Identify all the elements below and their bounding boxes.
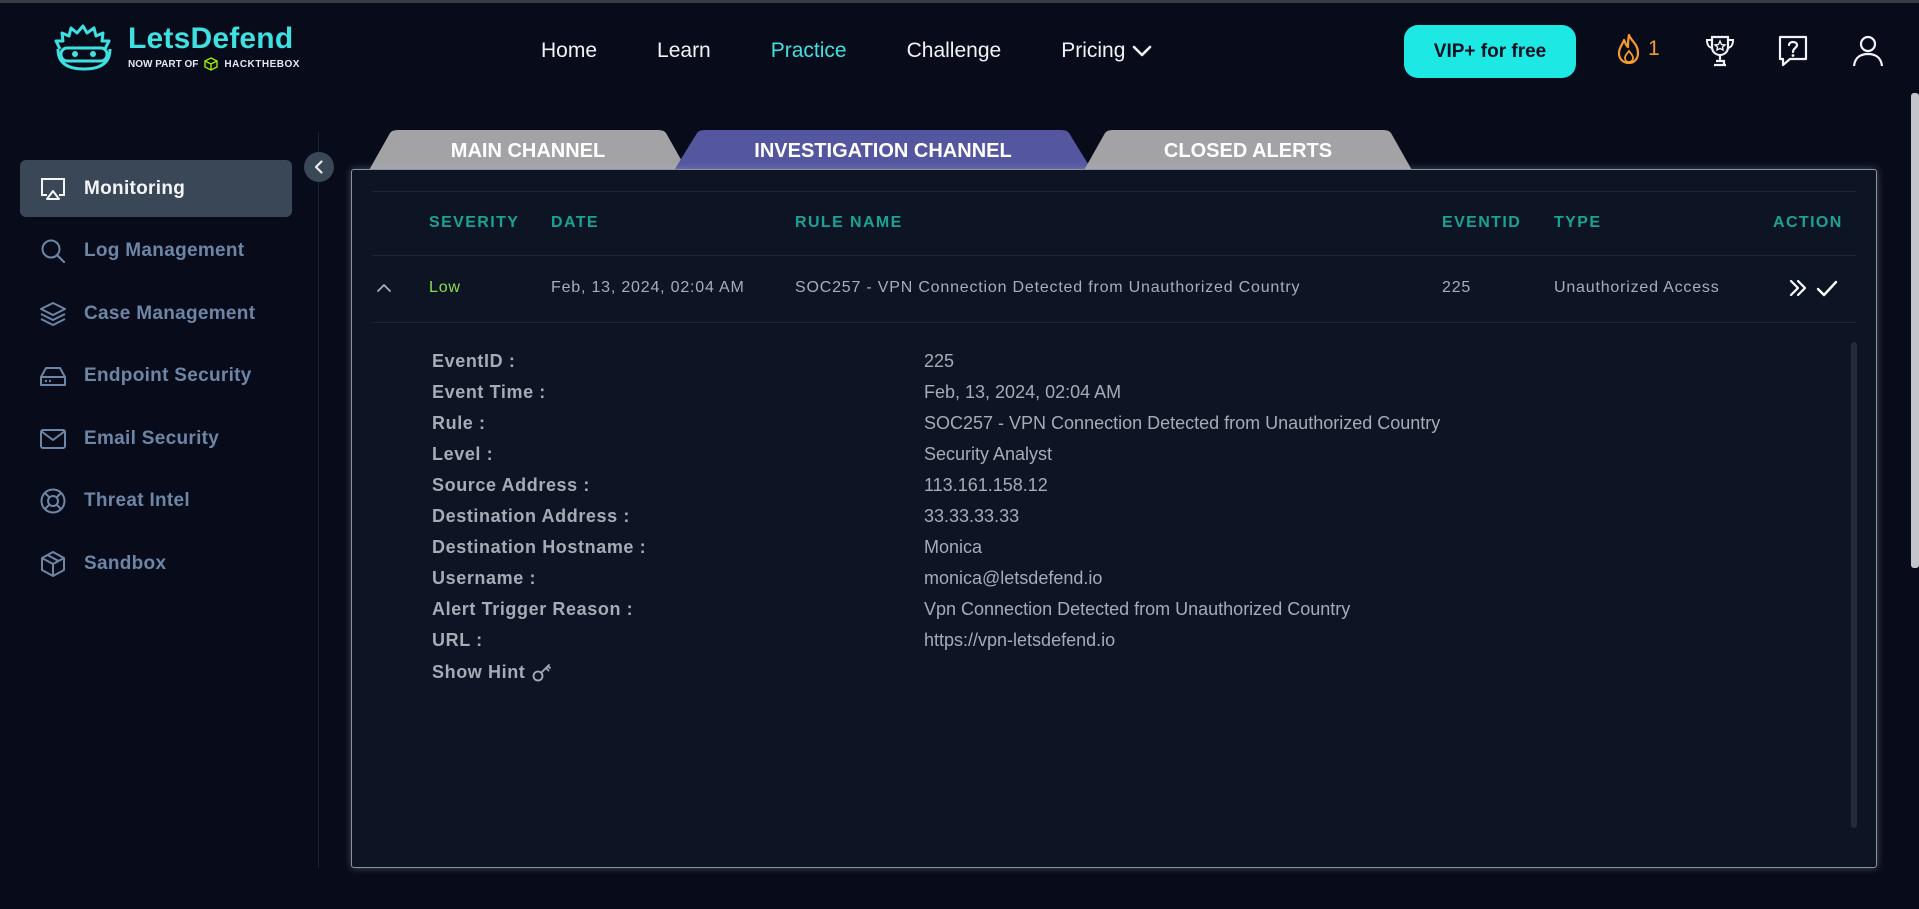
detail-value-username: monica@letsdefend.io bbox=[924, 568, 1103, 588]
monitor-icon bbox=[38, 174, 68, 204]
cell-eventid: 225 bbox=[1442, 279, 1472, 296]
detail-value-level: Security Analyst bbox=[924, 444, 1053, 464]
detail-label-eventid: EventID : bbox=[432, 351, 516, 371]
htb-cube-icon bbox=[204, 57, 219, 71]
sidebar-item-email-security[interactable]: Email Security bbox=[20, 410, 292, 467]
sidebar-item-label: Email Security bbox=[84, 427, 220, 449]
sidebar-item-label: Case Management bbox=[84, 302, 256, 324]
sidebar-collapse-button[interactable] bbox=[304, 152, 334, 182]
sidebar: Monitoring Log Management Case Managemen… bbox=[0, 93, 318, 873]
tab-label: CLOSED ALERTS bbox=[1163, 139, 1333, 162]
detail-value-eventid: 225 bbox=[924, 351, 955, 371]
detail-label-destination-address: Destination Address : bbox=[432, 506, 630, 526]
col-header-eventid[interactable]: EVENTID bbox=[1442, 214, 1521, 232]
nav-pricing-label: Pricing bbox=[1061, 39, 1126, 62]
detail-value-alert-trigger-reason: Vpn Connection Detected from Unauthorize… bbox=[924, 599, 1351, 619]
sidebar-item-case-management[interactable]: Case Management bbox=[20, 285, 292, 342]
sidebar-item-sandbox[interactable]: Sandbox bbox=[20, 535, 292, 592]
tab-closed-alerts[interactable]: CLOSED ALERTS bbox=[1083, 130, 1413, 172]
detail-value-event-time: Feb, 13, 2024, 02:04 AM bbox=[924, 382, 1122, 402]
nav-pricing[interactable]: Pricing bbox=[1061, 39, 1153, 63]
streak-count: 1 bbox=[1648, 37, 1660, 60]
chevron-left-icon bbox=[314, 160, 323, 174]
sidebar-item-label: Sandbox bbox=[84, 552, 167, 574]
top-navbar: LetsDefend NOW PART OF HACKTHEBOX Home L… bbox=[0, 3, 1919, 93]
detail-label-alert-trigger-reason: Alert Trigger Reason : bbox=[432, 599, 634, 619]
brand-name: LetsDefend bbox=[128, 22, 294, 55]
sidebar-divider bbox=[318, 132, 319, 868]
detail-label-event-time: Event Time : bbox=[432, 382, 546, 402]
col-header-type[interactable]: TYPE bbox=[1554, 214, 1601, 232]
channel-tabs: MAIN CHANNEL INVESTIGATION CHANNEL CLOSE… bbox=[368, 130, 1418, 172]
table-top-divider bbox=[372, 191, 1856, 192]
hard-drive-icon bbox=[38, 361, 68, 391]
help-icon[interactable] bbox=[1776, 33, 1810, 69]
sidebar-item-label: Threat Intel bbox=[84, 489, 191, 511]
table-header-divider bbox=[372, 255, 1856, 256]
check-icon[interactable] bbox=[1815, 276, 1839, 300]
sidebar-item-monitoring[interactable]: Monitoring bbox=[20, 160, 292, 217]
brand-partner: HACKTHEBOX bbox=[224, 58, 300, 70]
user-icon[interactable] bbox=[1851, 33, 1885, 69]
show-hint-label: Show Hint bbox=[432, 661, 526, 682]
cell-type: Unauthorized Access bbox=[1554, 279, 1720, 296]
nav-home[interactable]: Home bbox=[541, 39, 597, 63]
detail-value-url: https://vpn-letsdefend.io bbox=[924, 630, 1116, 650]
chevron-up-icon[interactable] bbox=[374, 278, 394, 298]
flame-icon bbox=[1617, 33, 1640, 65]
tab-main-channel[interactable]: MAIN CHANNEL bbox=[368, 130, 688, 172]
layers-icon bbox=[38, 299, 68, 329]
sidebar-item-label: Monitoring bbox=[84, 177, 186, 199]
detail-label-rule: Rule : bbox=[432, 413, 486, 433]
col-header-date[interactable]: DATE bbox=[551, 214, 599, 232]
cell-severity: Low bbox=[429, 279, 461, 296]
col-header-severity[interactable]: SEVERITY bbox=[429, 214, 519, 232]
logo-mascot-icon bbox=[54, 24, 112, 71]
detail-value-source-address: 113.161.158.12 bbox=[924, 475, 1048, 495]
detail-value-destination-hostname: Monica bbox=[924, 537, 983, 557]
col-header-action: ACTION bbox=[1773, 214, 1843, 231]
box-icon bbox=[38, 549, 68, 579]
sidebar-item-label: Log Management bbox=[84, 239, 245, 261]
sidebar-item-log-management[interactable]: Log Management bbox=[20, 222, 292, 279]
nav-practice[interactable]: Practice bbox=[771, 39, 847, 63]
tab-label: MAIN CHANNEL bbox=[450, 139, 606, 162]
streak-counter[interactable]: 1 bbox=[1614, 33, 1660, 65]
main-nav: Home Learn Practice Challenge Pricing bbox=[541, 35, 1213, 67]
nav-learn[interactable]: Learn bbox=[657, 39, 711, 63]
key-icon bbox=[532, 664, 552, 682]
brand-logo[interactable]: LetsDefend NOW PART OF HACKTHEBOX bbox=[50, 19, 310, 75]
show-hint-button[interactable]: Show Hint bbox=[432, 661, 553, 683]
sidebar-item-threat-intel[interactable]: Threat Intel bbox=[20, 472, 292, 529]
detail-label-username: Username : bbox=[432, 568, 537, 588]
take-ownership-icon[interactable] bbox=[1786, 276, 1810, 300]
detail-label-source-address: Source Address : bbox=[432, 475, 590, 495]
chevron-down-icon bbox=[1133, 45, 1152, 57]
detail-label-level: Level : bbox=[432, 444, 494, 464]
tab-investigation-channel[interactable]: INVESTIGATION CHANNEL bbox=[673, 130, 1093, 172]
trophy-icon[interactable] bbox=[1703, 33, 1737, 69]
lifebuoy-icon bbox=[38, 486, 68, 516]
tab-label: INVESTIGATION CHANNEL bbox=[754, 139, 1012, 162]
mail-icon bbox=[38, 424, 68, 454]
brand-sub-prefix: NOW PART OF bbox=[128, 58, 199, 70]
detail-value-destination-address: 33.33.33.33 bbox=[924, 506, 1020, 526]
details-scrollbar[interactable] bbox=[1851, 342, 1857, 828]
sidebar-item-endpoint-security[interactable]: Endpoint Security bbox=[20, 347, 292, 404]
cell-rule-name: SOC257 - VPN Connection Detected from Un… bbox=[795, 279, 1301, 296]
alerts-panel: SEVERITY DATE RULE NAME EVENTID TYPE ACT… bbox=[351, 169, 1877, 868]
search-icon bbox=[38, 236, 68, 266]
nav-challenge[interactable]: Challenge bbox=[907, 39, 1002, 63]
detail-label-destination-hostname: Destination Hostname : bbox=[432, 537, 647, 557]
table-row-divider bbox=[372, 322, 1856, 323]
col-header-rule-name[interactable]: RULE NAME bbox=[795, 214, 903, 232]
vip-free-button[interactable]: VIP+ for free bbox=[1404, 25, 1576, 78]
detail-label-url: URL : bbox=[432, 630, 483, 650]
cell-date: Feb, 13, 2024, 02:04 AM bbox=[551, 279, 745, 296]
sidebar-item-label: Endpoint Security bbox=[84, 364, 252, 386]
detail-value-rule: SOC257 - VPN Connection Detected from Un… bbox=[924, 413, 1441, 433]
page-scrollbar[interactable] bbox=[1911, 93, 1919, 568]
